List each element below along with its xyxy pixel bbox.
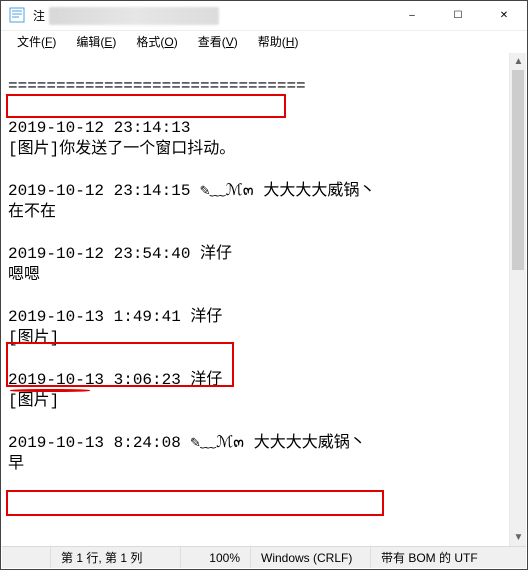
menu-format-accel: O xyxy=(164,35,173,49)
menu-edit-accel: E xyxy=(104,35,112,49)
menu-file[interactable]: 文件(F) xyxy=(7,32,66,51)
status-bar: 第 1 行, 第 1 列 100% Windows (CRLF) 带有 BOM … xyxy=(2,546,526,568)
editor-container: =============================== 2019-10-… xyxy=(2,53,526,546)
menu-view-accel: V xyxy=(226,35,234,49)
close-button[interactable]: ✕ xyxy=(481,1,527,31)
menu-help-accel: H xyxy=(286,35,295,49)
maximize-button[interactable]: ☐ xyxy=(435,1,481,31)
log-line: [图片] xyxy=(8,392,59,410)
log-line: 2019-10-12 23:14:15 ✎﹏ℳ๓ 大大大大威锅丶 xyxy=(8,182,375,200)
status-pad xyxy=(2,547,50,568)
text-editor[interactable]: =============================== 2019-10-… xyxy=(2,53,509,546)
status-zoom: 100% xyxy=(180,547,250,568)
menu-bar: 文件(F) 编辑(E) 格式(O) 查看(V) 帮助(H) xyxy=(1,31,527,52)
log-line: [图片] xyxy=(8,329,59,347)
menu-help-label: 帮助 xyxy=(258,35,282,49)
status-encoding: 带有 BOM 的 UTF xyxy=(370,547,526,568)
menu-edit[interactable]: 编辑(E) xyxy=(66,32,126,51)
menu-format[interactable]: 格式(O) xyxy=(126,32,187,51)
minimize-button[interactable]: – xyxy=(389,1,435,31)
status-position: 第 1 行, 第 1 列 xyxy=(50,547,180,568)
menu-edit-label: 编辑 xyxy=(76,35,100,49)
window-title-prefix: 注 xyxy=(33,7,45,24)
title-bar: 注 – ☐ ✕ xyxy=(1,1,527,31)
vertical-scrollbar[interactable]: ▲ ▼ xyxy=(509,53,526,546)
menu-format-label: 格式 xyxy=(136,35,160,49)
log-line: 在不在 xyxy=(8,203,56,221)
window-title-redacted xyxy=(49,7,219,25)
app-icon xyxy=(7,5,29,27)
scroll-down-icon[interactable]: ▼ xyxy=(510,529,526,546)
log-line: [图片]你发送了一个窗口抖动。 xyxy=(8,140,235,158)
log-line: 2019-10-13 3:06:23 洋仔 xyxy=(8,371,222,389)
log-line: 嗯嗯 xyxy=(8,266,40,284)
log-line: 2019-10-13 1:49:41 洋仔 xyxy=(8,308,222,326)
log-line: 2019-10-12 23:14:13 xyxy=(8,119,190,137)
separator-line: =============================== xyxy=(8,77,306,95)
status-lineending: Windows (CRLF) xyxy=(250,547,370,568)
log-line: 2019-10-13 8:24:08 ✎﹏ℳ๓ 大大大大威锅丶 xyxy=(8,434,366,452)
log-line: 早 xyxy=(8,455,24,473)
menu-view[interactable]: 查看(V) xyxy=(188,32,248,51)
menu-help[interactable]: 帮助(H) xyxy=(248,32,309,51)
scroll-thumb[interactable] xyxy=(512,70,524,270)
scroll-up-icon[interactable]: ▲ xyxy=(510,53,526,70)
menu-view-label: 查看 xyxy=(198,35,222,49)
menu-file-accel: F xyxy=(45,35,52,49)
menu-file-label: 文件 xyxy=(17,35,41,49)
log-line: 2019-10-12 23:54:40 洋仔 xyxy=(8,245,232,263)
